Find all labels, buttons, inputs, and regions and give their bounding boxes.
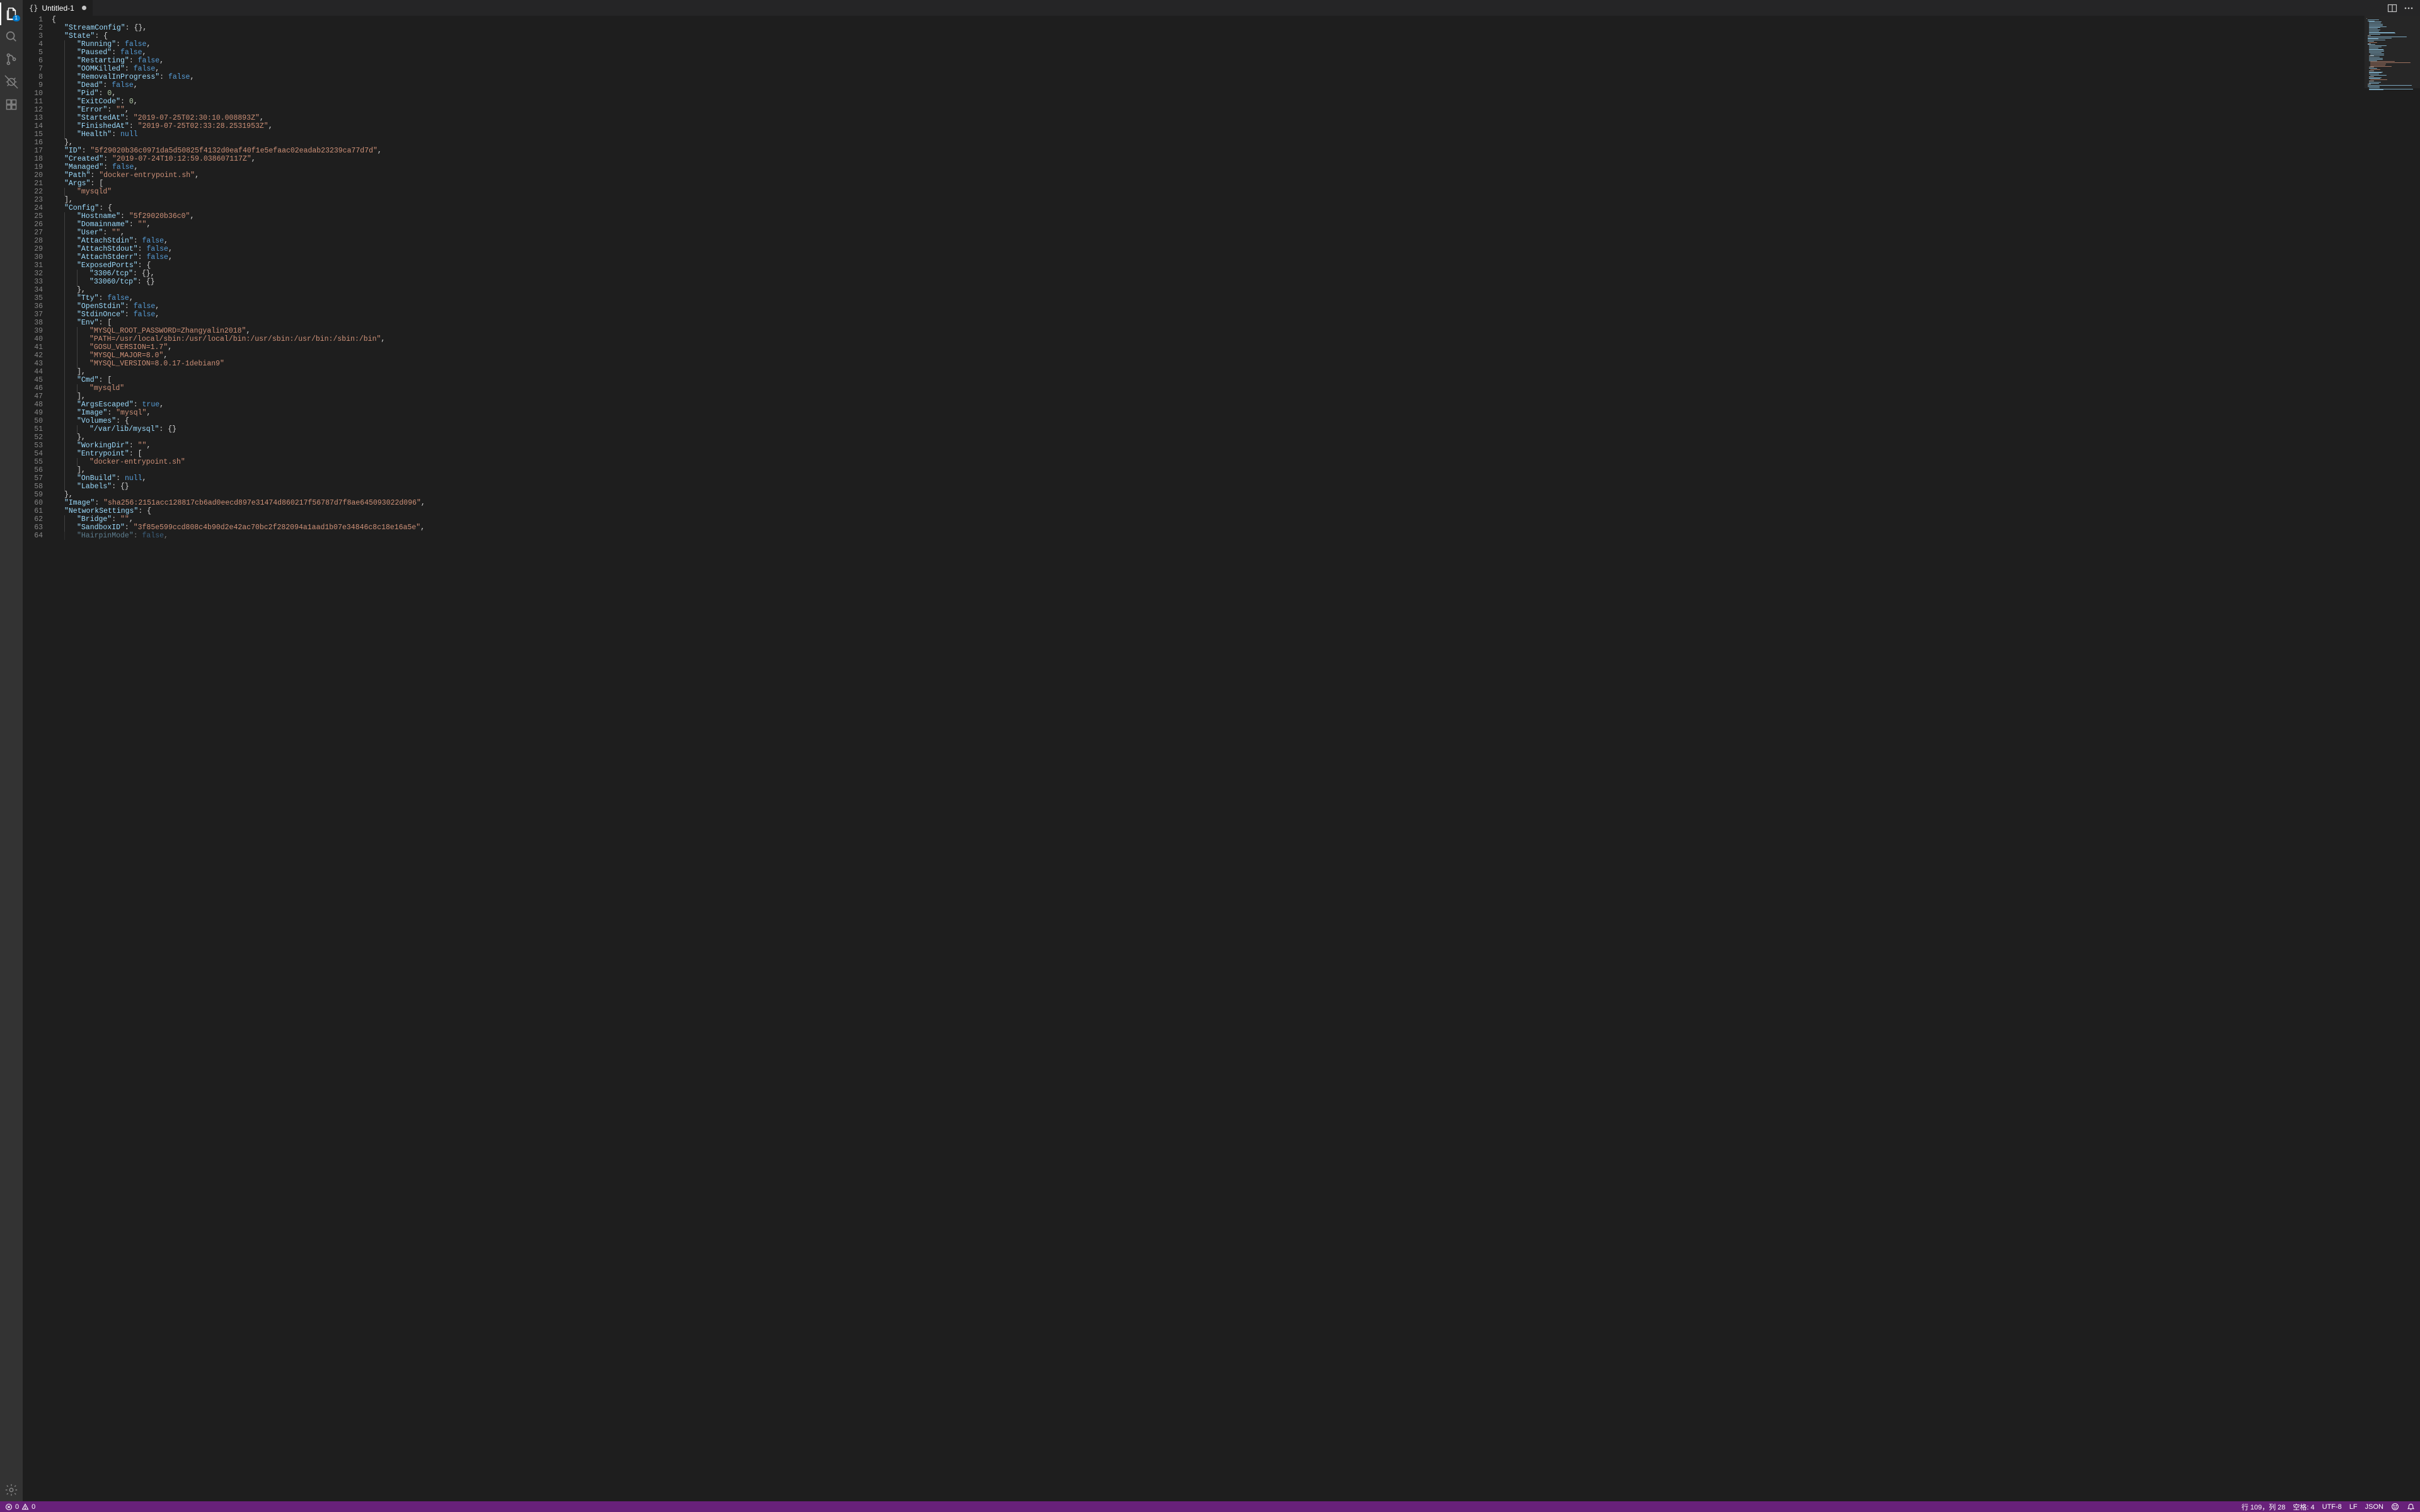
line-number-gutter: 1234567891011121314151617181920212223242…	[23, 16, 52, 1501]
bug-icon	[4, 75, 18, 89]
status-errors-count: 0	[15, 1503, 19, 1511]
search-icon	[4, 30, 18, 43]
tab-dirty-icon	[82, 6, 86, 10]
status-eol[interactable]: LF	[2349, 1503, 2358, 1511]
activity-settings[interactable]	[0, 1479, 23, 1501]
activity-explorer[interactable]: 1	[0, 3, 23, 25]
activity-bar: 1	[0, 0, 23, 1501]
status-indent[interactable]: 空格: 4	[2293, 1502, 2314, 1512]
gear-icon	[4, 1483, 18, 1497]
warning-icon	[21, 1503, 29, 1511]
status-notifications[interactable]	[2407, 1503, 2415, 1511]
activity-extensions[interactable]	[0, 93, 23, 116]
status-feedback[interactable]	[2391, 1503, 2399, 1511]
editor-tabs: {} Untitled-1	[23, 0, 2420, 16]
status-encoding[interactable]: UTF-8	[2322, 1503, 2342, 1511]
status-language[interactable]: JSON	[2365, 1503, 2383, 1511]
extensions-icon	[5, 98, 18, 111]
tab-filename: Untitled-1	[42, 4, 74, 13]
error-icon	[5, 1503, 13, 1511]
editor-body[interactable]: 1234567891011121314151617181920212223242…	[23, 16, 2420, 1501]
smiley-icon	[2391, 1503, 2399, 1511]
activity-search[interactable]	[0, 25, 23, 48]
more-actions-icon[interactable]	[2404, 3, 2414, 13]
explorer-badge: 1	[13, 15, 20, 21]
json-lang-icon: {}	[29, 4, 38, 13]
bell-icon	[2407, 1503, 2415, 1511]
status-warnings-count: 0	[32, 1503, 35, 1511]
status-bar: 0 0 行 109，列 28 空格: 4 UTF-8 LF JSON	[0, 1501, 2420, 1512]
code-content[interactable]: { "StreamConfig": {}, "State": { "Runnin…	[52, 16, 2365, 1501]
status-cursor[interactable]: 行 109，列 28	[2242, 1502, 2286, 1512]
activity-scm[interactable]	[0, 48, 23, 71]
tab-untitled-1[interactable]: {} Untitled-1	[23, 0, 93, 16]
activity-debug[interactable]	[0, 71, 23, 93]
split-editor-icon[interactable]	[2387, 3, 2397, 13]
source-control-icon	[4, 52, 18, 66]
minimap[interactable]	[2365, 16, 2420, 1501]
status-problems[interactable]: 0 0	[5, 1503, 35, 1511]
